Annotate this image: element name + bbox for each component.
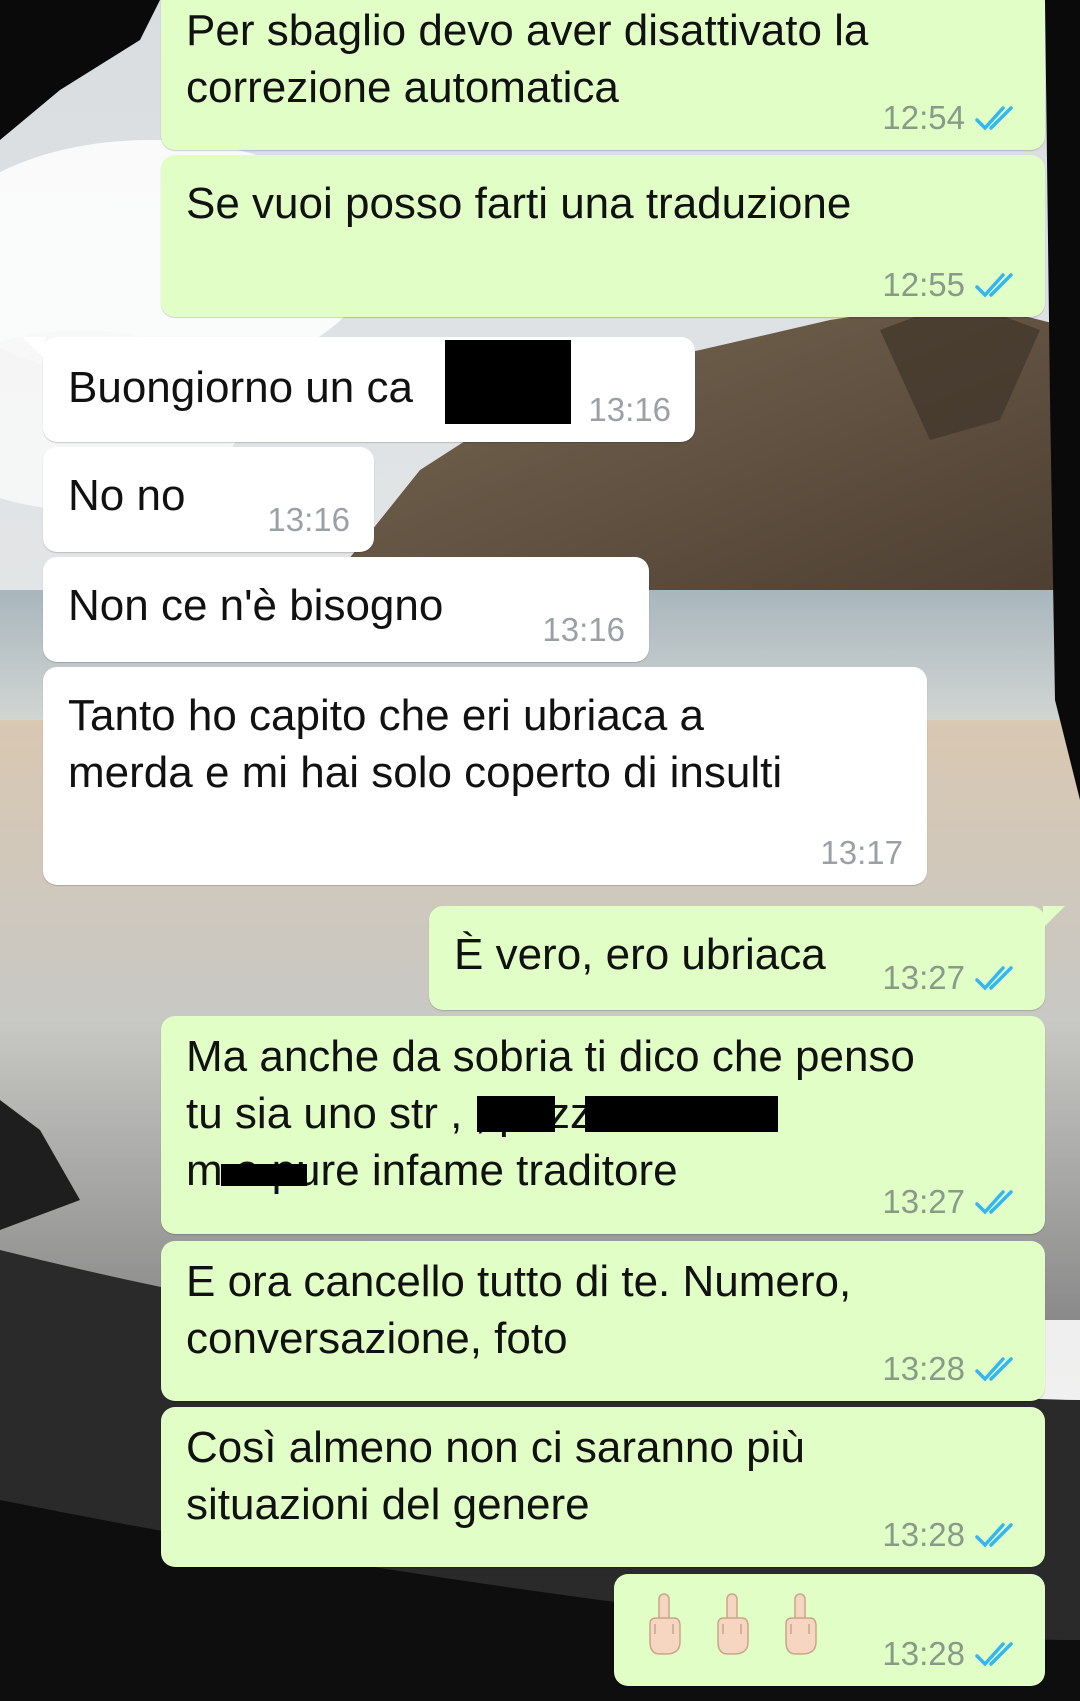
middle-finger-emoji (649, 1593, 681, 1655)
message-time: 13:16 (588, 391, 671, 428)
middle-finger-emoji (785, 1593, 817, 1655)
read-double-tick-icon (975, 966, 1013, 991)
read-double-tick-icon (975, 1190, 1013, 1215)
incoming-message[interactable]: Buongiorno un ca 13:16 (23, 337, 695, 442)
chat-message-list[interactable]: Per sbaglio devo aver disattivato la cor… (0, 0, 1080, 1701)
message-text: Non ce n'è bisogno (68, 581, 444, 630)
redaction-block (585, 1096, 778, 1132)
read-double-tick-icon (975, 1357, 1013, 1382)
read-double-tick-icon (975, 273, 1013, 298)
message-meta: 12:55 (882, 267, 1021, 303)
message-text: Buongiorno un ca (68, 363, 413, 412)
message-meta: 13:16 (542, 612, 625, 648)
message-meta: 13:17 (820, 835, 903, 871)
incoming-message[interactable]: Tanto ho capito che eri ubriaca a merda … (43, 667, 927, 885)
read-double-tick-icon (975, 1642, 1013, 1667)
redaction-block (221, 1164, 307, 1186)
message-time: 12:55 (882, 266, 965, 303)
outgoing-message[interactable]: 13:28 (614, 1574, 1045, 1686)
message-text: Se vuoi posso farti una traduzione (186, 179, 852, 228)
incoming-message[interactable]: No no 13:16 (43, 447, 374, 552)
message-time: 13:27 (882, 959, 965, 996)
outgoing-message[interactable]: Se vuoi posso farti una traduzione 12:55 (161, 155, 1045, 317)
outgoing-message[interactable]: È vero, ero ubriaca 13:27 (429, 906, 1065, 1010)
message-time: 13:28 (882, 1516, 965, 1553)
message-meta: 12:54 (882, 100, 1021, 136)
message-meta: 13:28 (882, 1517, 1021, 1553)
message-meta: 13:28 (882, 1636, 1021, 1672)
read-double-tick-icon (975, 1523, 1013, 1548)
outgoing-message[interactable]: E ora cancello tutto di te. Numero, conv… (161, 1241, 1045, 1401)
message-text: Tanto ho capito che eri ubriaca a merda … (68, 691, 783, 797)
message-meta: 13:27 (882, 960, 1021, 996)
message-time: 13:17 (820, 834, 903, 871)
message-time: 13:16 (542, 611, 625, 648)
redaction-block (477, 1096, 555, 1132)
message-time: 13:28 (882, 1350, 965, 1387)
message-meta: 13:27 (882, 1184, 1021, 1220)
emoji-row (644, 1590, 820, 1658)
bubble-tail (1043, 906, 1065, 928)
message-time: 13:28 (882, 1635, 965, 1672)
bubble-tail (23, 337, 45, 359)
read-double-tick-icon (975, 106, 1013, 131)
message-time: 13:16 (267, 501, 350, 538)
outgoing-message[interactable]: Ma anche da sobria ti dico che penso tu … (161, 1016, 1045, 1234)
message-meta: 13:28 (882, 1351, 1021, 1387)
middle-finger-emoji (717, 1593, 749, 1655)
outgoing-message[interactable]: Così almeno non ci saranno più situazion… (161, 1407, 1045, 1567)
redaction-block (445, 340, 571, 424)
message-meta: 13:16 (588, 392, 671, 428)
incoming-message[interactable]: Non ce n'è bisogno 13:16 (43, 557, 649, 662)
message-meta: 13:16 (267, 502, 350, 538)
outgoing-message[interactable]: Per sbaglio devo aver disattivato la cor… (161, 0, 1045, 150)
message-time: 12:54 (882, 99, 965, 136)
message-time: 13:27 (882, 1183, 965, 1220)
